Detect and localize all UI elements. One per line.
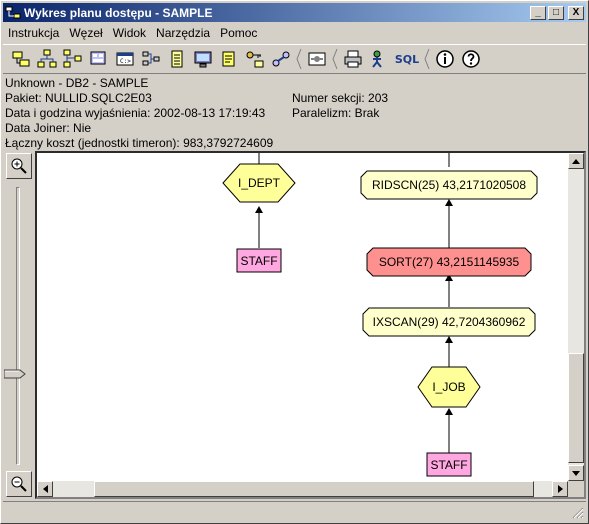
- zoom-out-button[interactable]: [6, 471, 32, 497]
- application-window: Wykres planu dostępu - SAMPLE _ □ X Inst…: [0, 0, 589, 524]
- explain-datetime-label: Data i godzina wyjaśnienia: 2002-08-13 1…: [5, 106, 266, 120]
- node-label: RIDSCN(25) 43,2171020508: [372, 178, 526, 192]
- title-bar[interactable]: Wykres planu dostępu - SAMPLE _ □ X: [3, 3, 586, 22]
- arrow-up-icon: [572, 158, 580, 164]
- explain-icon[interactable]: [367, 47, 391, 71]
- sql-icon[interactable]: SQL: [393, 47, 421, 71]
- status-bar: [3, 501, 586, 521]
- horizontal-scroll-thumb[interactable]: [94, 481, 534, 497]
- node-i-job[interactable]: I_JOB: [417, 366, 481, 408]
- arrowhead: [255, 206, 263, 213]
- node-ixscan[interactable]: IXSCAN(29) 42,7204360962: [362, 307, 536, 337]
- zoom-slider-track[interactable]: [16, 187, 20, 465]
- package-label: Pakiet: NULLID.SQLC2E03: [5, 91, 152, 105]
- arrowhead: [445, 199, 453, 206]
- open-icon[interactable]: [9, 47, 33, 71]
- app-icon: [5, 6, 21, 18]
- notes-icon[interactable]: [217, 47, 241, 71]
- menu-bar: Instrukcja Węzeł Widok Narzędzia Pomoc: [3, 23, 586, 43]
- zoom-panel: [4, 151, 34, 499]
- node-staff-table-1[interactable]: STAFF: [236, 248, 282, 273]
- window-title: Wykres planu dostępu - SAMPLE: [24, 5, 213, 20]
- link-icon[interactable]: [269, 47, 293, 71]
- node-ridscn[interactable]: RIDSCN(25) 43,2171020508: [360, 170, 538, 200]
- connection-label: Unknown - DB2 - SAMPLE: [5, 76, 149, 90]
- close-button[interactable]: X: [568, 5, 584, 20]
- help-icon[interactable]: [459, 47, 483, 71]
- node-label: I_JOB: [432, 380, 465, 394]
- section-label: Numer sekcji: 203: [292, 91, 389, 105]
- zoom-out-icon: [11, 476, 27, 492]
- node-label: I_DEPT: [238, 176, 281, 190]
- arrow-right-icon: [557, 485, 563, 493]
- menu-narzedzia[interactable]: Narzędzia: [151, 26, 215, 40]
- toolbar-separator: [423, 47, 431, 71]
- node-label: IXSCAN(29) 42,7204360962: [373, 315, 526, 329]
- parallelism-label: Paralelizm: Brak: [292, 106, 380, 120]
- arrowhead: [445, 336, 453, 343]
- zoom-in-button[interactable]: [6, 153, 32, 179]
- graph-icon[interactable]: [139, 47, 163, 71]
- minimize-button[interactable]: _: [530, 5, 546, 20]
- scroll-left-button[interactable]: [37, 481, 53, 497]
- toolbar: C:> SQL: [3, 44, 586, 74]
- total-cost-label: Łączny koszt (jednostki timeron): 983,37…: [5, 136, 274, 150]
- database-icon[interactable]: [87, 47, 111, 71]
- arrowhead: [445, 408, 453, 415]
- info-icon[interactable]: [433, 47, 457, 71]
- scroll-down-button[interactable]: [568, 465, 584, 481]
- zoom-in-icon: [11, 158, 27, 174]
- settings-icon[interactable]: [305, 47, 329, 71]
- monitor-icon[interactable]: [191, 47, 215, 71]
- node-label: STAFF: [240, 254, 277, 268]
- node-label: STAFF: [430, 458, 467, 472]
- menu-pomoc[interactable]: Pomoc: [215, 26, 262, 40]
- list-icon[interactable]: [165, 47, 189, 71]
- keys-icon[interactable]: [243, 47, 267, 71]
- sql-label: SQL: [394, 52, 420, 66]
- node-i-dept[interactable]: I_DEPT: [222, 163, 296, 203]
- vertical-scroll-thumb[interactable]: [568, 353, 584, 463]
- scroll-up-button[interactable]: [568, 153, 584, 169]
- scroll-right-button[interactable]: [552, 481, 568, 497]
- scroll-corner: [568, 481, 584, 497]
- tree-icon[interactable]: [35, 47, 59, 71]
- print-icon[interactable]: [341, 47, 365, 71]
- tree-expand-icon[interactable]: [61, 47, 85, 71]
- horizontal-scrollbar[interactable]: [37, 481, 568, 497]
- plan-info-panel: Unknown - DB2 - SAMPLE Pakiet: NULLID.SQ…: [5, 76, 585, 150]
- node-sort[interactable]: SORT(27) 43,2151145935: [366, 247, 532, 277]
- toolbar-separator: [295, 47, 303, 71]
- access-plan-graph[interactable]: I_DEPT STAFF RIDSCN(25) 43,2171020508 SO…: [35, 151, 586, 499]
- maximize-button[interactable]: □: [548, 5, 564, 20]
- node-label: SORT(27) 43,2151145935: [379, 255, 520, 269]
- toolbar-separator: [331, 47, 339, 71]
- arrow-down-icon: [572, 470, 580, 476]
- menu-widok[interactable]: Widok: [108, 26, 151, 40]
- zoom-slider-thumb[interactable]: [4, 369, 26, 379]
- node-staff-table-2[interactable]: STAFF: [426, 452, 472, 477]
- graph-svg: I_DEPT STAFF RIDSCN(25) 43,2171020508 SO…: [222, 153, 538, 477]
- command-icon[interactable]: C:>: [113, 47, 137, 71]
- data-joiner-label: Data Joiner: Nie: [5, 121, 92, 135]
- arrow-left-icon: [42, 485, 48, 493]
- svg-text:C:>: C:>: [120, 58, 131, 65]
- vertical-scrollbar[interactable]: [568, 153, 584, 481]
- menu-instrukcja[interactable]: Instrukcja: [3, 26, 64, 40]
- resize-grip-icon[interactable]: [572, 507, 584, 519]
- menu-wezel[interactable]: Węzeł: [64, 26, 107, 40]
